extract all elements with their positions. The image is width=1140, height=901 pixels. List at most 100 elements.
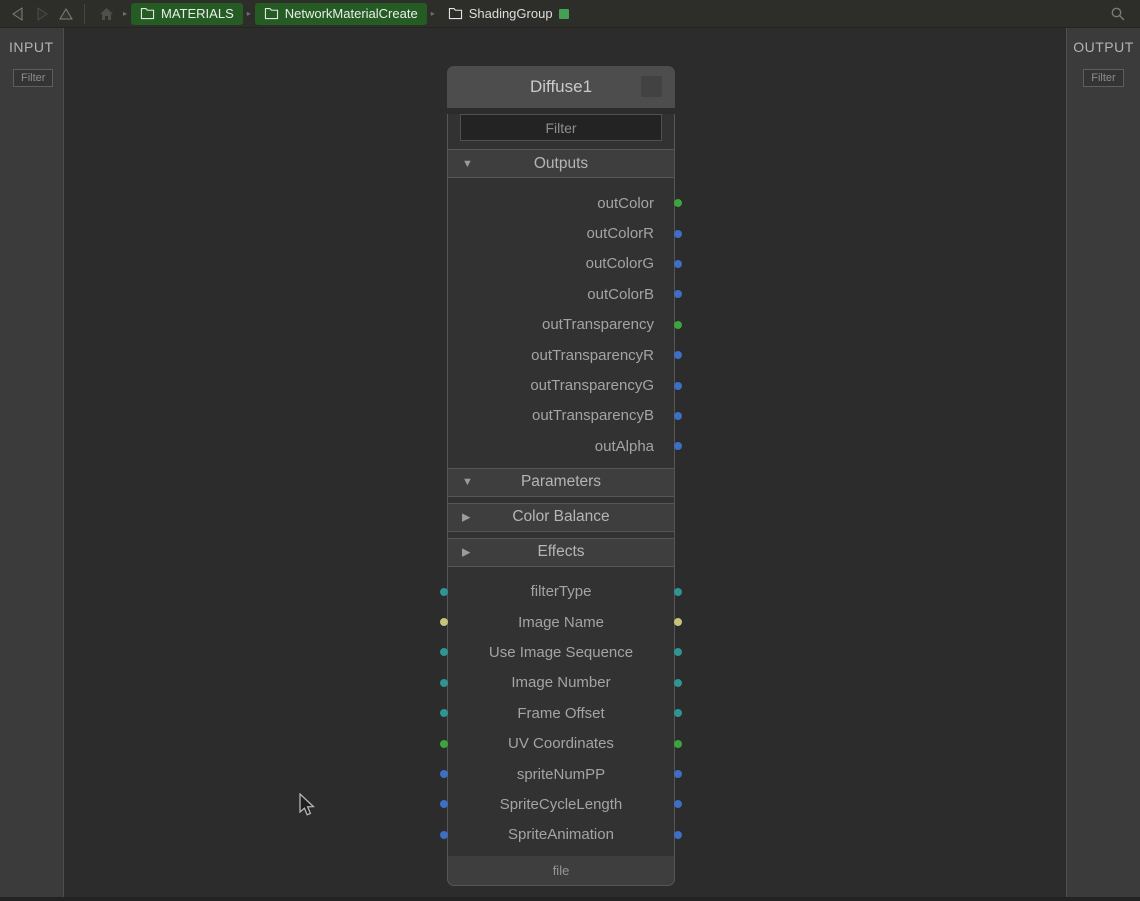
UV Coordinates-left-port[interactable]	[440, 740, 448, 748]
node-body: ▼ Outputs outColoroutColorRoutColorGoutC…	[447, 114, 675, 856]
filterType-right-port[interactable]	[674, 588, 682, 596]
breadcrumb-label: ShadingGroup	[469, 6, 553, 21]
SpriteAnimation-left-port[interactable]	[440, 831, 448, 839]
filterType-left-port[interactable]	[440, 588, 448, 596]
port-label: outTransparencyR	[531, 347, 654, 364]
param-row-Frame Offset: Frame Offset	[448, 698, 674, 728]
breadcrumb: ▸MATERIALS▸NetworkMaterialCreate▸Shading…	[119, 0, 578, 28]
search-icon	[1110, 6, 1126, 22]
UV Coordinates-right-port[interactable]	[674, 740, 682, 748]
forward-icon	[35, 7, 49, 21]
node-editor: ▸MATERIALS▸NetworkMaterialCreate▸Shading…	[0, 0, 1140, 901]
search-button[interactable]	[1106, 2, 1130, 26]
node-type-label: file	[447, 856, 675, 886]
Image Name-right-port[interactable]	[674, 618, 682, 626]
home-button[interactable]	[95, 3, 117, 25]
Image Name-left-port[interactable]	[440, 618, 448, 626]
port-label: outColorR	[586, 225, 654, 242]
toolbar-divider	[84, 4, 85, 24]
output-row-outAlpha: outAlpha	[448, 431, 674, 461]
breadcrumb-label: NetworkMaterialCreate	[285, 6, 418, 21]
breadcrumb-separator-icon: ▸	[247, 9, 251, 18]
param-row-Image Name: Image Name	[448, 607, 674, 637]
folder-icon	[264, 7, 279, 20]
breadcrumb-separator-icon: ▸	[431, 9, 435, 18]
param-row-SpriteCycleLength: SpriteCycleLength	[448, 789, 674, 819]
port-label: Frame Offset	[517, 705, 604, 722]
section-header-effects[interactable]: ▶ Effects	[447, 538, 675, 567]
up-icon	[59, 7, 73, 21]
port-label: outColor	[597, 195, 654, 212]
color-swatch[interactable]	[641, 76, 662, 97]
node-filter-input[interactable]	[460, 114, 662, 141]
input-filter-button[interactable]: Filter	[13, 69, 53, 87]
output-row-outTransparencyB: outTransparencyB	[448, 401, 674, 431]
Image Number-left-port[interactable]	[440, 679, 448, 687]
toolbar: ▸MATERIALS▸NetworkMaterialCreate▸Shading…	[0, 0, 1140, 28]
SpriteCycleLength-right-port[interactable]	[674, 800, 682, 808]
back-button[interactable]	[6, 3, 30, 25]
param-row-Use Image Sequence: Use Image Sequence	[448, 637, 674, 667]
port-label: outColorG	[586, 255, 654, 272]
outColorG-right-port[interactable]	[674, 260, 682, 268]
output-filter-button[interactable]: Filter	[1083, 69, 1123, 87]
section-header-outputs[interactable]: ▼ Outputs	[447, 149, 675, 178]
outTransparencyR-right-port[interactable]	[674, 351, 682, 359]
port-label: outTransparency	[542, 316, 654, 333]
output-row-outTransparencyG: outTransparencyG	[448, 370, 674, 400]
port-label: spriteNumPP	[517, 766, 605, 783]
port-label: UV Coordinates	[508, 735, 614, 752]
port-label: outTransparencyB	[532, 407, 654, 424]
outColor-right-port[interactable]	[674, 199, 682, 207]
outTransparency-right-port[interactable]	[674, 321, 682, 329]
spriteNumPP-right-port[interactable]	[674, 770, 682, 778]
output-row-outTransparency: outTransparency	[448, 310, 674, 340]
output-panel-title: OUTPUT	[1073, 39, 1134, 55]
Use Image Sequence-right-port[interactable]	[674, 648, 682, 656]
port-label: outColorB	[587, 286, 654, 303]
outColorB-right-port[interactable]	[674, 290, 682, 298]
section-label: Outputs	[534, 155, 588, 173]
output-row-outColorG: outColorG	[448, 249, 674, 279]
param-row-spriteNumPP: spriteNumPP	[448, 759, 674, 789]
section-header-color-balance[interactable]: ▶ Color Balance	[447, 503, 675, 532]
output-rows: outColor outColorR outColorG outColorB outTr…	[448, 184, 674, 462]
forward-button[interactable]	[30, 3, 54, 25]
port-label: SpriteAnimation	[508, 826, 614, 843]
triangle-collapsed-icon: ▶	[462, 511, 470, 524]
param-row-filterType: filterType	[448, 577, 674, 607]
node-header[interactable]: Diffuse1	[447, 66, 675, 108]
spriteNumPP-left-port[interactable]	[440, 770, 448, 778]
output-row-outColor: outColor	[448, 188, 674, 218]
outTransparencyG-right-port[interactable]	[674, 382, 682, 390]
port-label: Image Name	[518, 614, 604, 631]
param-rows: filterTypeImage NameUse Image SequenceIm…	[448, 573, 674, 851]
section-header-parameters[interactable]: ▼ Parameters	[447, 468, 675, 497]
breadcrumb-label: MATERIALS	[161, 6, 234, 21]
input-panel-title: INPUT	[0, 39, 63, 55]
breadcrumb-item-NetworkMaterialCreate[interactable]: NetworkMaterialCreate	[255, 3, 427, 25]
home-icon	[99, 7, 114, 21]
Image Number-right-port[interactable]	[674, 679, 682, 687]
triangle-expanded-icon: ▼	[462, 158, 473, 170]
breadcrumb-item-ShadingGroup[interactable]: ShadingGroup	[439, 3, 578, 25]
outColorR-right-port[interactable]	[674, 230, 682, 238]
Frame Offset-left-port[interactable]	[440, 709, 448, 717]
up-button[interactable]	[54, 3, 78, 25]
output-panel: OUTPUT Filter	[1066, 28, 1140, 897]
outTransparencyB-right-port[interactable]	[674, 412, 682, 420]
Frame Offset-right-port[interactable]	[674, 709, 682, 717]
section-label: Effects	[537, 543, 584, 561]
output-row-outTransparencyR: outTransparencyR	[448, 340, 674, 370]
output-row-outColorB: outColorB	[448, 279, 674, 309]
bottom-edge	[0, 897, 1140, 901]
SpriteAnimation-right-port[interactable]	[674, 831, 682, 839]
folder-icon	[140, 7, 155, 20]
SpriteCycleLength-left-port[interactable]	[440, 800, 448, 808]
Use Image Sequence-left-port[interactable]	[440, 648, 448, 656]
folder-icon	[448, 7, 463, 20]
triangle-expanded-icon: ▼	[462, 476, 473, 488]
outAlpha-right-port[interactable]	[674, 442, 682, 450]
breadcrumb-item-MATERIALS[interactable]: MATERIALS	[131, 3, 243, 25]
back-icon	[11, 7, 25, 21]
